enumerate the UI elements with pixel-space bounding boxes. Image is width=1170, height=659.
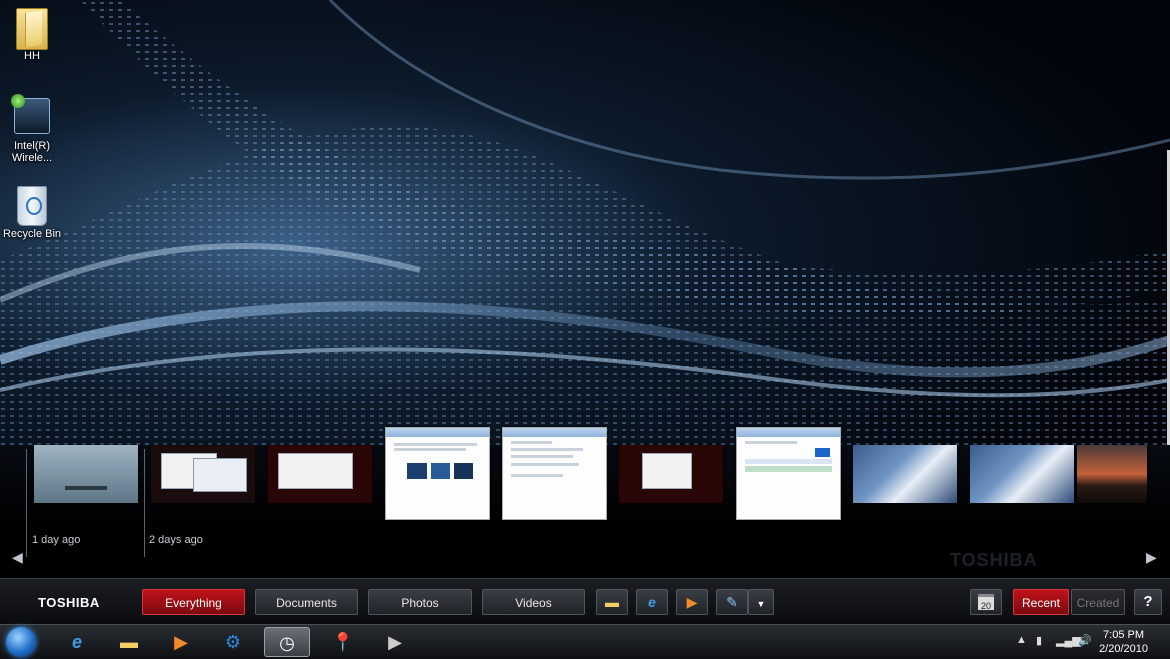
- desktop-icon-hh[interactable]: HH: [0, 8, 64, 62]
- folder-app-button[interactable]: ▬: [596, 589, 628, 615]
- desktop-icon-intel-wireless[interactable]: Intel(R) Wirele...: [0, 94, 64, 164]
- thumbnail-item[interactable]: [736, 427, 841, 520]
- filter-everything-button[interactable]: Everything: [142, 589, 245, 615]
- desktop-icon-recycle-bin[interactable]: Recycle Bin: [0, 186, 64, 240]
- clock-time: 7:05 PM: [1103, 629, 1145, 641]
- taskbar-file-explorer[interactable]: ▬: [106, 627, 152, 657]
- clock-date: 2/20/2010: [1099, 643, 1148, 655]
- desktop-icon-label: Recycle Bin: [2, 228, 62, 240]
- filter-documents-button[interactable]: Documents: [255, 589, 358, 615]
- thumbnail-item[interactable]: [268, 445, 372, 503]
- desktop-icon-label: Intel(R) Wirele...: [11, 140, 53, 164]
- taskbar-clock-app[interactable]: ◷: [264, 627, 310, 657]
- taskbar-media-player[interactable]: ▶: [158, 627, 204, 657]
- folder-icon: ▬: [120, 632, 138, 652]
- thumbnail-item[interactable]: [385, 427, 490, 520]
- desktop-icon-label: HH: [24, 50, 40, 62]
- internet-explorer-icon: e: [71, 632, 82, 652]
- calendar-button[interactable]: 20: [970, 589, 1002, 615]
- sort-recent-button[interactable]: Recent: [1013, 589, 1069, 615]
- folder-icon: [16, 8, 48, 50]
- volume-icon[interactable]: 🔊: [1078, 634, 1092, 647]
- thumbnail-item[interactable]: [34, 445, 138, 503]
- help-button[interactable]: ?: [1134, 589, 1162, 615]
- thumbnail-item[interactable]: [853, 445, 957, 503]
- wireless-network-icon: [11, 94, 50, 134]
- thumbnail-item[interactable]: [619, 445, 723, 503]
- filter-videos-button[interactable]: Videos: [482, 589, 585, 615]
- start-button[interactable]: [6, 627, 36, 657]
- thumbnail-item[interactable]: [502, 427, 607, 520]
- media-player-app-button[interactable]: ▶: [676, 589, 708, 615]
- taskbar-internet-explorer[interactable]: e: [54, 627, 100, 657]
- scroll-right-arrow[interactable]: ▶: [1146, 549, 1157, 566]
- gear-icon: ⚙: [224, 632, 242, 652]
- timeline-divider: [144, 449, 145, 557]
- sort-created-button[interactable]: Created: [1071, 589, 1125, 615]
- filter-photos-button[interactable]: Photos: [368, 589, 472, 615]
- internet-explorer-icon: e: [648, 594, 656, 610]
- thumbnail-item[interactable]: [1077, 445, 1147, 503]
- chevron-down-icon: ▼: [756, 599, 766, 609]
- toshiba-logo: TOSHIBA: [38, 595, 100, 610]
- paint-icon: ✎: [726, 594, 738, 610]
- recycle-bin-icon: [17, 186, 47, 226]
- toshiba-watermark: TOSHIBA: [950, 550, 1038, 570]
- taskbar-settings-app[interactable]: ⚙: [210, 627, 256, 657]
- desktop-wallpaper: [0, 0, 1170, 445]
- windows-taskbar: e ▬ ▶ ⚙ ◷ 📍 ▶ ▲ ▮ ▂▄▆ 🔊 7:05 PM 2/20/201…: [0, 624, 1170, 659]
- more-apps-dropdown[interactable]: ▼: [748, 589, 774, 615]
- folder-icon: ▬: [605, 594, 619, 610]
- show-hidden-icons[interactable]: ▲: [1016, 634, 1027, 646]
- calendar-icon: 20: [978, 594, 994, 611]
- system-clock[interactable]: 7:05 PM 2/20/2010: [1099, 628, 1148, 656]
- paint-app-button[interactable]: ✎: [716, 589, 748, 615]
- thumbnail-item[interactable]: [970, 445, 1074, 503]
- play-icon: ▶: [388, 632, 402, 652]
- taskbar-video-app[interactable]: ▶: [372, 627, 418, 657]
- clock-icon: ◷: [279, 633, 295, 653]
- pushpin-icon: 📍: [331, 632, 355, 652]
- timeline-divider: [26, 449, 27, 557]
- network-signal-icon[interactable]: ▂▄▆: [1056, 634, 1081, 647]
- time-label-1-day: 1 day ago: [32, 534, 81, 546]
- media-player-icon: ▶: [686, 594, 698, 610]
- scroll-left-arrow[interactable]: ◀: [12, 549, 23, 566]
- thumbnail-item[interactable]: [151, 445, 255, 503]
- time-label-2-days: 2 days ago: [149, 534, 203, 546]
- media-player-icon: ▶: [174, 632, 188, 652]
- internet-explorer-app-button[interactable]: e: [636, 589, 668, 615]
- toshiba-flip-toolbar: TOSHIBA Everything Documents Photos Vide…: [0, 578, 1170, 625]
- power-icon[interactable]: ▮: [1036, 634, 1042, 647]
- flip-timeline-strip: 1 day ago 2 days ago ◀ ▶ TOSHIBA: [0, 427, 1170, 578]
- taskbar-pin-app[interactable]: 📍: [320, 627, 366, 657]
